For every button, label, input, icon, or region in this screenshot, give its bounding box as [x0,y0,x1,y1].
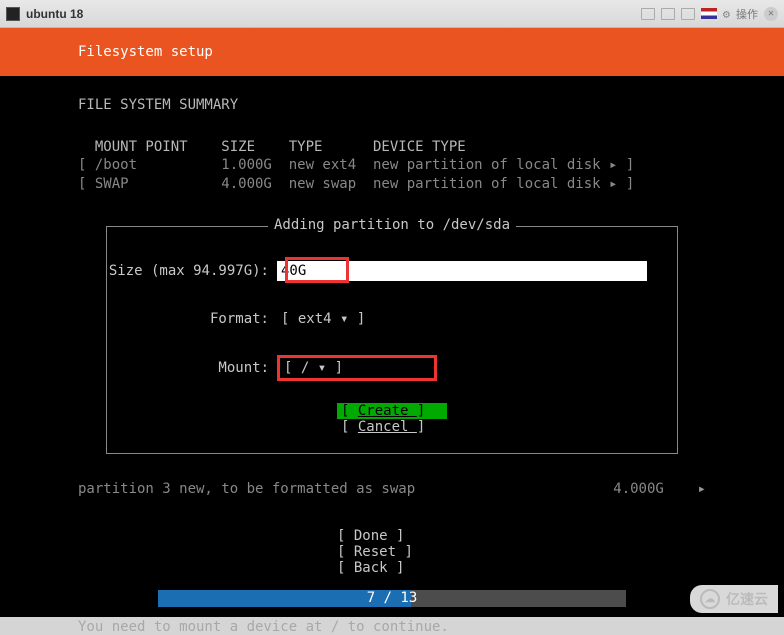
close-icon[interactable]: ✕ [764,7,778,21]
nav-buttons: [ Done ] [ Reset ] [ Back ] [337,528,447,576]
done-button[interactable]: [ Done ] [337,528,447,544]
partition-size: 4.000G [613,481,664,497]
vm-control-1[interactable] [641,8,655,20]
gear-icon[interactable]: ⚙ [723,7,730,21]
summary-row-boot[interactable]: [ /boot 1.000G new ext4 new partition of… [78,156,706,174]
main-content: FILE SYSTEM SUMMARY MOUNT POINT SIZE TYP… [0,76,784,193]
vm-control-2[interactable] [661,8,675,20]
vm-action-label[interactable]: 操作 [736,6,758,22]
partition-arrow-icon[interactable]: ▸ [698,481,706,497]
mount-select[interactable]: [ / ▾ ] [277,355,437,381]
summary-heading: FILE SYSTEM SUMMARY [78,96,706,114]
cancel-button[interactable]: [ Cancel ] [337,419,447,435]
watermark: ☁ 亿速云 [690,585,778,613]
format-select[interactable]: [ ext4 ▾ ] [277,309,437,329]
size-input[interactable] [277,261,647,281]
progress-bar: 7 / 13 [158,590,626,607]
page-title: Filesystem setup [78,44,213,60]
hint-text: You need to mount a device at / to conti… [78,619,449,635]
vm-title: ubuntu 18 [26,7,83,21]
format-label: Format: [107,311,277,327]
partition-desc: partition 3 new, to be formatted as swap [78,481,415,497]
vm-control-3[interactable] [681,8,695,20]
size-label: Size (max 94.997G): [107,263,277,279]
vm-titlebar: ubuntu 18 ⚙ 操作 ✕ [0,0,784,28]
add-partition-dialog: Adding partition to /dev/sda Size (max 9… [106,226,678,454]
input-flag-icon[interactable] [701,8,717,19]
vm-icon [6,7,20,21]
installer-header: Filesystem setup [0,28,784,76]
back-button[interactable]: [ Back ] [337,560,447,576]
summary-columns: MOUNT POINT SIZE TYPE DEVICE TYPE [78,138,706,156]
dialog-title: Adding partition to /dev/sda [268,217,516,233]
create-button[interactable]: [ Create ] [337,403,447,419]
watermark-text: 亿速云 [726,589,768,609]
mount-label: Mount: [107,360,277,376]
summary-row-swap[interactable]: [ SWAP 4.000G new swap new partition of … [78,175,706,193]
cloud-icon: ☁ [700,589,720,609]
installer-screen: Filesystem setup FILE SYSTEM SUMMARY MOU… [0,28,784,617]
reset-button[interactable]: [ Reset ] [337,544,447,560]
progress-text: 7 / 13 [158,590,626,607]
partition-status: partition 3 new, to be formatted as swap… [78,481,706,497]
